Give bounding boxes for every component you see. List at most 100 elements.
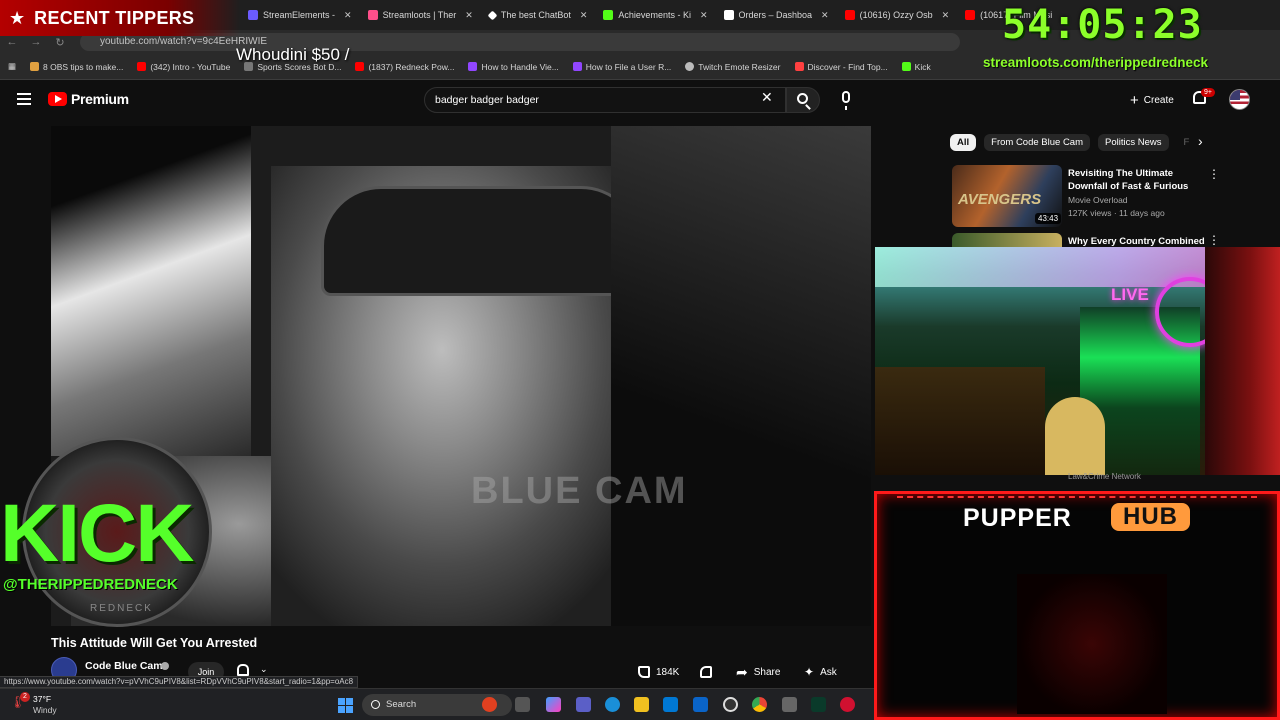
weather-temperature[interactable]: 37°F: [33, 694, 51, 704]
app-icon[interactable]: [811, 697, 826, 712]
close-icon[interactable]: ✕: [580, 10, 588, 21]
search-input[interactable]: badger badger badger: [424, 87, 786, 113]
tab-orders[interactable]: Orders – Dashboa ✕: [716, 0, 837, 30]
dislike-button[interactable]: [692, 661, 720, 683]
more-options-icon[interactable]: ⋮: [1208, 233, 1220, 247]
more-options-icon[interactable]: ⋮: [1208, 167, 1220, 181]
clear-search-icon[interactable]: ✕: [761, 89, 773, 106]
bookmark-label: (1837) Redneck Pow...: [368, 61, 455, 72]
account-avatar[interactable]: [1229, 89, 1250, 110]
reload-icon[interactable]: ↻: [48, 36, 72, 49]
recommendation-title[interactable]: Revisiting The Ultimate Downfall of Fast…: [1068, 167, 1208, 193]
tab-streamelements[interactable]: StreamElements - ✕: [240, 0, 360, 30]
kick-logo-overlay: KICK @THERIPPEDREDNECK REDNECK: [0, 437, 226, 627]
close-icon[interactable]: ✕: [700, 10, 708, 21]
chip-partial[interactable]: F: [1177, 134, 1197, 151]
dashboard-icon: [723, 10, 734, 20]
chevron-right-icon[interactable]: ›: [1198, 133, 1203, 149]
close-icon[interactable]: ✕: [942, 10, 950, 21]
thumbs-down-icon: [700, 666, 712, 678]
hamburger-menu-icon[interactable]: [17, 93, 31, 105]
bookmark-label: How to Handle Vie...: [481, 61, 559, 72]
recent-tippers-title: RECENT TIPPERS: [34, 7, 195, 28]
filter-chips: All From Code Blue Cam Politics News F: [950, 132, 1196, 152]
chevron-down-icon[interactable]: ⌄: [260, 664, 268, 675]
tab-label: Achievements - Ki: [618, 10, 691, 20]
microphone-icon[interactable]: [842, 91, 850, 110]
bookmark-emote-resizer[interactable]: Twitch Emote Resizer: [685, 61, 781, 72]
partial-recommendation-channel: Law&Crime Network: [1068, 472, 1141, 481]
bookmark-redneck-power[interactable]: (1837) Redneck Pow...: [355, 62, 454, 72]
app-icon[interactable]: [840, 697, 855, 712]
thumbnail-text: AVENGERS: [958, 191, 1042, 208]
recommendation-item[interactable]: AVENGERS 43:43 Revisiting The Ultimate D…: [952, 165, 1272, 229]
chrome-icon[interactable]: [752, 697, 767, 712]
globe-icon: [685, 62, 695, 71]
tab-label: (10616) Ozzy Osb: [859, 10, 933, 20]
chip-politics-news[interactable]: Politics News: [1098, 133, 1169, 151]
back-icon[interactable]: ←: [0, 36, 24, 48]
youtube-logo[interactable]: Premium: [48, 91, 129, 107]
streamelements-icon: [248, 10, 258, 20]
sparkle-icon: ✦: [804, 665, 815, 679]
weather-description[interactable]: Windy: [33, 705, 57, 715]
outlook-icon[interactable]: [693, 697, 708, 712]
twitch-icon: [572, 62, 582, 71]
obs-icon[interactable]: [723, 697, 738, 712]
ask-button[interactable]: ✦ Ask: [796, 661, 845, 683]
tab-label: StreamElements -: [263, 10, 336, 20]
forward-icon[interactable]: →: [24, 36, 48, 48]
logo-text: Premium: [71, 91, 129, 107]
tab-youtube-ozzy[interactable]: (10616) Ozzy Osb ✕: [837, 0, 958, 30]
webcam-region: [1045, 397, 1105, 475]
bookmark-discover[interactable]: Discover - Find Top...: [794, 62, 888, 72]
bookmark-file-report[interactable]: How to File a User R...: [572, 62, 671, 72]
copilot-icon[interactable]: [546, 697, 561, 712]
video-frame-region: [51, 126, 251, 456]
bookmark-intro-youtube[interactable]: (342) Intro - YouTube: [137, 62, 230, 72]
file-explorer-icon[interactable]: [634, 697, 649, 712]
search-button[interactable]: [786, 87, 820, 113]
pupper-hub-overlay: PUPPER HUB: [874, 491, 1280, 720]
chili-app-icon[interactable]: [482, 697, 497, 712]
windows-start-icon[interactable]: [338, 698, 353, 713]
bookmark-icon: [30, 62, 40, 71]
recommendation-item[interactable]: Why Every Country Combined ⋮: [952, 233, 1272, 247]
recommendation-channel[interactable]: Movie Overload: [1068, 195, 1128, 205]
bookmark-label: 8 OBS tips to make...: [43, 61, 124, 72]
chip-from-channel[interactable]: From Code Blue Cam: [984, 133, 1091, 151]
bookmark-label: Twitch Emote Resizer: [698, 61, 781, 72]
task-view-icon[interactable]: [515, 697, 530, 712]
edge-icon[interactable]: [605, 697, 620, 712]
app-icon[interactable]: [782, 697, 797, 712]
channel-name[interactable]: Code Blue Cam: [85, 660, 163, 672]
tab-streamloots[interactable]: Streamloots | Ther ✕: [360, 0, 481, 30]
bookmark-kick[interactable]: Kick: [901, 62, 931, 72]
link-status-bar: https://www.youtube.com/watch?v=pVVhC9uP…: [0, 676, 359, 688]
bookmark-handle-viewers[interactable]: How to Handle Vie...: [468, 61, 559, 72]
youtube-icon: [137, 62, 147, 71]
webcam-overlay: LIVE: [875, 247, 1280, 475]
close-icon[interactable]: ✕: [344, 10, 352, 21]
tab-kick-achievements[interactable]: Achievements - Ki ✕: [595, 0, 715, 30]
timer-url: streamloots.com/therippedredneck: [983, 55, 1209, 70]
store-icon[interactable]: [663, 697, 678, 712]
close-icon[interactable]: ✕: [821, 10, 829, 21]
video-thumbnail[interactable]: [952, 233, 1062, 247]
bookmark-obs-tips[interactable]: 8 OBS tips to make...: [30, 62, 123, 72]
like-button[interactable]: 184K: [630, 661, 687, 683]
bookmark-label: (342) Intro - YouTube: [150, 61, 231, 72]
subscription-bell-icon[interactable]: [237, 664, 249, 676]
video-frame-region: [611, 126, 871, 626]
youtube-icon: [844, 10, 855, 20]
create-button[interactable]: + Create: [1120, 88, 1184, 112]
chip-all[interactable]: All: [950, 133, 977, 151]
video-watermark: BLUE CAM: [471, 470, 688, 512]
video-frame-region: [321, 186, 641, 296]
youtube-icon: [965, 10, 976, 20]
tab-chatbot[interactable]: The best ChatBot ✕: [481, 0, 596, 30]
teams-icon[interactable]: [576, 697, 591, 712]
apps-icon[interactable]: ▦: [8, 61, 16, 72]
share-button[interactable]: ➦ Share: [728, 661, 788, 683]
close-icon[interactable]: ✕: [465, 10, 473, 21]
